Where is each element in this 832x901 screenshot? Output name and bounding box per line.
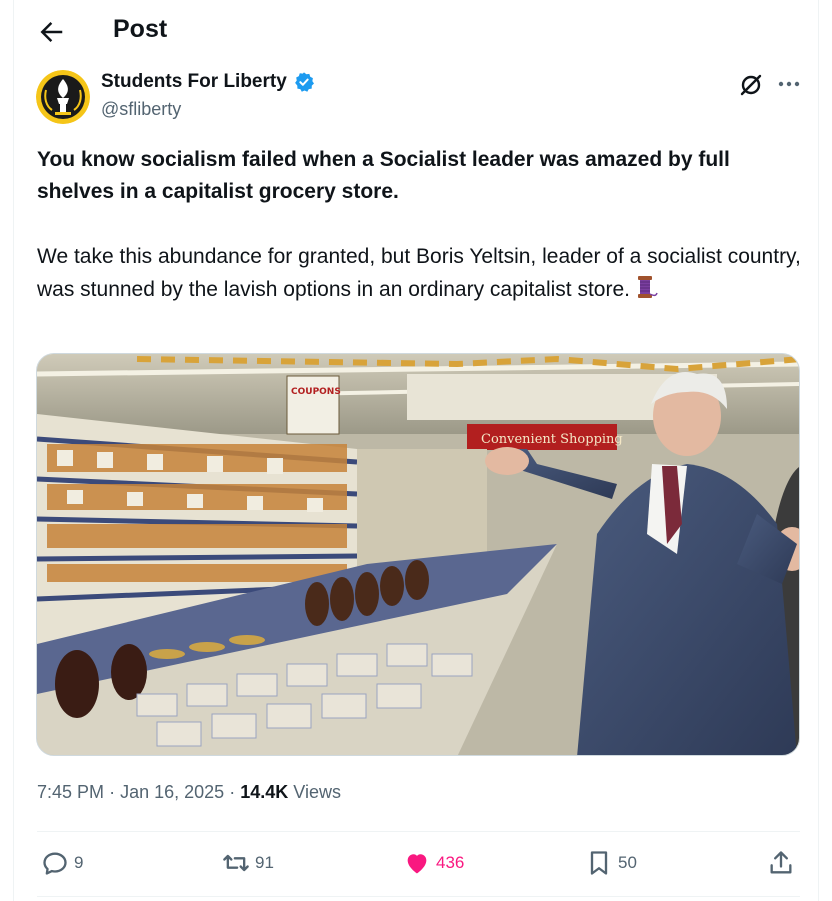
meta-separator: · bbox=[109, 782, 116, 802]
reply-icon bbox=[43, 852, 67, 875]
like-count: 436 bbox=[436, 853, 465, 872]
page-title: Post bbox=[113, 15, 168, 43]
author-name: Students For Liberty bbox=[101, 71, 287, 92]
post-time[interactable]: 7:45 PM bbox=[37, 782, 104, 802]
header: Post bbox=[0, 0, 832, 62]
bookmark-button[interactable]: 50 bbox=[585, 840, 637, 886]
post-meta: 7:45 PM · Jan 16, 2025 · 14.4K Views bbox=[37, 782, 341, 803]
coupons-sign-text: COUPONS bbox=[291, 387, 341, 397]
sfl-logo-icon bbox=[36, 70, 90, 124]
author-name-row[interactable]: Students For Liberty bbox=[101, 71, 315, 93]
repost-count: 91 bbox=[255, 853, 274, 872]
grok-button[interactable] bbox=[738, 72, 764, 98]
heart-icon bbox=[407, 854, 427, 874]
store-sign-text: Convenient Shopping bbox=[481, 432, 623, 447]
repost-icon bbox=[223, 854, 249, 872]
back-button[interactable] bbox=[36, 17, 66, 47]
post-photo[interactable]: Convenient Shopping COUPONS bbox=[36, 353, 800, 756]
reply-button[interactable]: 9 bbox=[41, 840, 83, 886]
more-options-button[interactable] bbox=[776, 74, 802, 94]
post-body-text: We take this abundance for granted, but … bbox=[37, 245, 801, 301]
repost-button[interactable]: 91 bbox=[222, 840, 274, 886]
share-icon bbox=[770, 851, 792, 874]
action-bar: 9 91 436 50 bbox=[37, 840, 800, 890]
more-horizontal-icon bbox=[778, 81, 800, 87]
divider bbox=[37, 831, 800, 832]
supermarket-photo: Convenient Shopping COUPONS bbox=[37, 354, 799, 755]
verified-badge-icon bbox=[294, 72, 314, 92]
arrow-left-icon bbox=[40, 22, 63, 42]
bookmark-count: 50 bbox=[618, 853, 637, 872]
post-body: We take this abundance for granted, but … bbox=[37, 240, 807, 306]
bookmark-icon bbox=[590, 851, 608, 875]
author-handle[interactable]: @sfliberty bbox=[101, 99, 181, 120]
avatar[interactable] bbox=[36, 70, 90, 124]
meta-separator: · bbox=[229, 782, 236, 802]
thread-emoji-icon bbox=[632, 274, 658, 300]
reply-count: 9 bbox=[74, 853, 84, 872]
share-button[interactable] bbox=[767, 840, 795, 886]
views-label: Views bbox=[293, 782, 341, 802]
grok-icon bbox=[740, 74, 762, 96]
post-date[interactable]: Jan 16, 2025 bbox=[120, 782, 224, 802]
post-headline: You know socialism failed when a Sociali… bbox=[37, 148, 730, 203]
like-button[interactable]: 436 bbox=[403, 840, 464, 886]
views-count: 14.4K bbox=[240, 782, 289, 802]
divider bbox=[37, 896, 800, 897]
